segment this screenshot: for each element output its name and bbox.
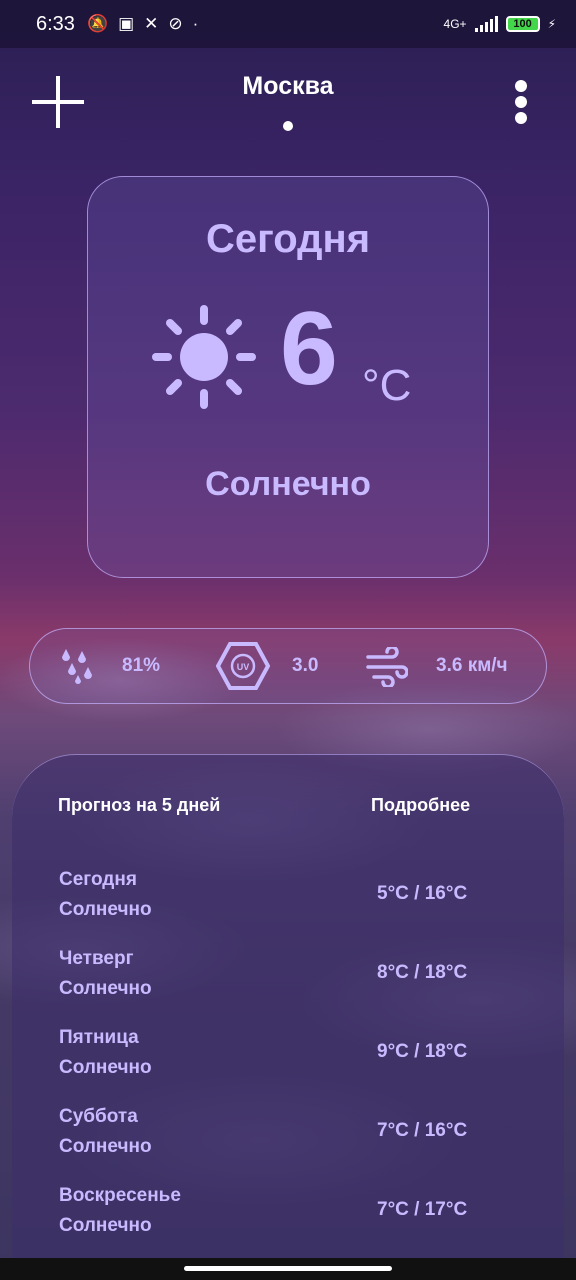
- today-title: Сегодня: [205, 217, 371, 261]
- page-indicator: [283, 121, 293, 131]
- wind-icon: [366, 647, 408, 687]
- header: Москва: [0, 48, 576, 148]
- stats-bar: 81% UV 3.0 3.6 км/ч: [29, 628, 547, 704]
- dot-icon: ·: [192, 14, 199, 33]
- humidity-value: 81%: [122, 655, 161, 676]
- uv-index-icon: UV: [216, 642, 270, 690]
- forecast-row[interactable]: Четверг Солнечно 8°C / 18°C: [59, 948, 539, 1027]
- status-bar: 6:33 🔕 ▣ ✕ ⊘ · 4G+ 100 ⚡: [0, 0, 576, 48]
- sim-icon: ▣: [118, 14, 135, 33]
- forecast-title: Прогноз на 5 дней: [58, 795, 221, 815]
- forecast-condition: Солнечно: [59, 899, 152, 920]
- forecast-day: Сегодня: [59, 869, 137, 890]
- forecast-row[interactable]: Суббота Солнечно 7°C / 16°C: [59, 1106, 539, 1185]
- current-condition: Солнечно: [205, 465, 371, 503]
- forecast-panel: Прогноз на 5 дней Подробнее Сегодня Солн…: [12, 754, 564, 1274]
- forecast-list: Сегодня Солнечно 5°C / 16°C Четверг Солн…: [59, 869, 539, 1264]
- notification-icons: 🔕 ▣ ✕ ⊘ ·: [87, 14, 198, 34]
- app-icon: ✕: [144, 14, 159, 33]
- humidity-icon: [62, 649, 92, 684]
- forecast-day: Четверг: [59, 948, 134, 969]
- forecast-row[interactable]: Сегодня Солнечно 5°C / 16°C: [59, 869, 539, 948]
- network-label: 4G+: [443, 17, 467, 31]
- sun-icon: [152, 305, 256, 409]
- temperature-unit: °C: [362, 361, 412, 410]
- forecast-row[interactable]: Пятница Солнечно 9°C / 18°C: [59, 1027, 539, 1106]
- wind-value: 3.6 км/ч: [436, 655, 508, 676]
- forecast-row[interactable]: Воскресенье Солнечно 7°C / 17°C: [59, 1185, 539, 1264]
- forecast-range: 7°C / 16°C: [377, 1120, 468, 1141]
- battery-icon: 100: [505, 16, 540, 32]
- forecast-day: Пятница: [59, 1027, 139, 1048]
- forecast-range: 8°C / 18°C: [377, 962, 468, 983]
- forecast-day: Суббота: [59, 1106, 138, 1127]
- charging-icon: ⚡: [547, 17, 556, 31]
- forecast-range: 9°C / 18°C: [377, 1041, 468, 1062]
- mute-icon: 🔕: [86, 14, 109, 33]
- forecast-condition: Солнечно: [59, 978, 152, 999]
- forecast-condition: Солнечно: [59, 1057, 152, 1078]
- no-disturb-icon: ⊘: [168, 14, 183, 33]
- home-gesture-bar[interactable]: [184, 1266, 392, 1271]
- today-card: Сегодня 6 °C Солнечно: [87, 176, 489, 578]
- more-menu-button[interactable]: [514, 80, 528, 124]
- forecast-range: 5°C / 16°C: [377, 883, 468, 904]
- forecast-condition: Солнечно: [59, 1136, 152, 1157]
- svg-text:UV: UV: [237, 662, 250, 672]
- signal-icon: [474, 16, 498, 32]
- forecast-range: 7°C / 17°C: [377, 1199, 468, 1220]
- city-name: Москва: [242, 72, 334, 100]
- forecast-day: Воскресенье: [59, 1185, 181, 1206]
- navigation-bar: [0, 1258, 576, 1280]
- forecast-condition: Солнечно: [59, 1215, 152, 1236]
- status-time: 6:33: [36, 12, 75, 35]
- current-temperature: 6: [280, 291, 338, 407]
- more-link[interactable]: Подробнее: [371, 795, 470, 816]
- uv-value: 3.0: [292, 655, 319, 676]
